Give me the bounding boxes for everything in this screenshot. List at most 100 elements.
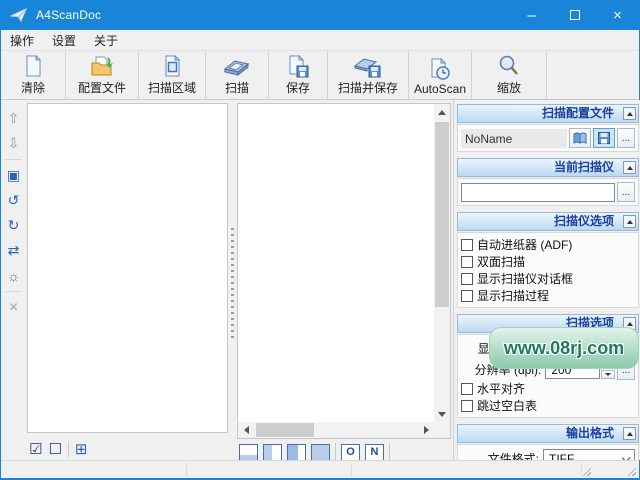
select-none-icon[interactable]: ☐: [48, 440, 61, 458]
statusbar-separator: [351, 463, 352, 477]
app-window: A4ScanDoc – × 操作 设置 关于 清除 配置文件 扫描区域 扫描 保…: [0, 0, 640, 480]
canvas-toolbar: ☑ ☐ ⊞: [29, 439, 87, 459]
maximize-button[interactable]: [553, 0, 596, 30]
profile-label: 配置文件: [77, 81, 126, 95]
delete-page-icon[interactable]: ×: [1, 295, 26, 320]
menu-about[interactable]: 关于: [85, 30, 127, 51]
vertical-scroll-thumb[interactable]: [435, 122, 449, 307]
scan-button[interactable]: 扫描: [206, 51, 268, 99]
watermark: www.08rj.com: [489, 327, 639, 369]
splitter-grip-dots: [231, 228, 234, 340]
profile-button[interactable]: 配置文件: [66, 51, 138, 99]
show-progress-checkbox[interactable]: [461, 289, 473, 302]
collapse-arrow-icon: [626, 111, 633, 116]
scroll-right-button[interactable]: [418, 422, 434, 438]
blank-page-icon: [22, 54, 44, 78]
close-button[interactable]: ×: [596, 0, 639, 30]
autoscan-button[interactable]: AutoScan: [409, 51, 471, 99]
rotate-left-icon[interactable]: ↺: [1, 188, 26, 213]
skip-blank-checkbox[interactable]: [461, 399, 473, 412]
save-button[interactable]: 保存: [269, 51, 327, 99]
select-scanner-button[interactable]: ...: [617, 182, 635, 202]
scan-area-icon: [161, 54, 183, 78]
show-dialog-checkbox[interactable]: [461, 272, 473, 285]
autoscan-icon: [428, 55, 452, 81]
clear-button[interactable]: 清除: [1, 51, 65, 99]
panel-resize-grip[interactable]: [581, 466, 591, 476]
scroll-up-button[interactable]: [434, 104, 450, 120]
move-up-icon[interactable]: ⇧: [1, 106, 26, 131]
adf-checkbox[interactable]: [461, 238, 473, 251]
move-down-icon[interactable]: ⇩: [1, 131, 26, 156]
rotate-right-icon[interactable]: ↻: [1, 213, 26, 238]
profile-name-field[interactable]: NoName: [461, 128, 567, 148]
menu-settings[interactable]: 设置: [43, 30, 85, 51]
preview-toolbar-separator: [389, 443, 390, 461]
fit-bottom-icon[interactable]: [239, 443, 258, 461]
zoom-button[interactable]: 缩放: [472, 51, 546, 99]
align-label: 水平对齐: [477, 382, 526, 396]
scan-canvas[interactable]: [27, 103, 228, 433]
side-separator: [5, 159, 22, 160]
load-profile-button[interactable]: [569, 128, 591, 148]
scrollbar-corner: [434, 422, 450, 438]
side-toolbar: ⇧ ⇩ ▣ ↺ ↻ ⇄ ☼ ×: [1, 100, 26, 460]
save-icon: [286, 54, 310, 78]
settings-panel: 扫描配置文件 NoName ... 当前扫描仪 ... 扫描仪选项 自动进纸器 …: [453, 100, 640, 460]
scanner-options-section: 扫描仪选项 自动进纸器 (ADF) 双面扫描 显示扫描仪对话框 显示扫描过程: [457, 212, 639, 308]
app-icon: [10, 6, 28, 24]
window-resize-grip[interactable]: [626, 466, 636, 476]
brightness-icon[interactable]: ☼: [1, 263, 26, 288]
file-format-label: 文件格式:: [487, 452, 539, 460]
scanner-name-input[interactable]: [461, 182, 615, 202]
profile-folder-icon: [89, 54, 115, 78]
fit-height-icon[interactable]: [287, 443, 306, 461]
collapse-button[interactable]: [623, 161, 636, 174]
output-format-header: 输出格式: [457, 424, 639, 443]
down-arrow-icon: [605, 373, 612, 376]
up-arrow-icon: [438, 109, 446, 115]
collapse-button[interactable]: [623, 107, 636, 120]
scanner-options-body: 自动进纸器 (ADF) 双面扫描 显示扫描仪对话框 显示扫描过程: [457, 232, 639, 308]
scroll-down-button[interactable]: [434, 406, 450, 422]
file-format-select[interactable]: TIFF: [543, 449, 635, 460]
show-dialog-label: 显示扫描仪对话框: [477, 272, 574, 286]
actual-size-icon[interactable]: O: [341, 443, 360, 461]
select-all-icon[interactable]: ☑: [29, 440, 42, 458]
vertical-scrollbar[interactable]: [434, 104, 450, 422]
scan-area-button[interactable]: 扫描区域: [139, 51, 205, 99]
adf-label: 自动进纸器 (ADF): [477, 238, 573, 252]
horizontal-scroll-thumb[interactable]: [256, 423, 314, 437]
scroll-left-button[interactable]: [238, 422, 254, 438]
scan-and-save-button[interactable]: 扫描并保存: [328, 51, 408, 99]
duplex-label: 双面扫描: [477, 255, 526, 269]
preview-pane[interactable]: [237, 103, 451, 439]
collapse-button[interactable]: [623, 215, 636, 228]
duplex-checkbox[interactable]: [461, 255, 473, 268]
clear-label: 清除: [20, 81, 45, 95]
collapse-button[interactable]: [623, 427, 636, 440]
profile-section-title: 扫描配置文件: [541, 106, 614, 120]
minimize-button[interactable]: –: [510, 0, 553, 30]
profile-section-body: NoName ...: [457, 124, 639, 152]
dpi-down-button[interactable]: [601, 370, 616, 379]
fit-width-icon[interactable]: [263, 443, 282, 461]
side-separator: [5, 291, 22, 292]
show-progress-label: 显示扫描过程: [477, 289, 550, 303]
collapse-arrow-icon: [626, 321, 633, 326]
fit-page-icon[interactable]: [311, 443, 330, 461]
profile-more-button[interactable]: ...: [617, 128, 635, 148]
align-checkbox[interactable]: [461, 382, 473, 395]
horizontal-scrollbar[interactable]: [238, 422, 434, 438]
file-format-value: TIFF: [549, 452, 575, 460]
save-profile-button[interactable]: [593, 128, 615, 148]
fit-normal-icon[interactable]: N: [365, 443, 384, 461]
deskew-icon[interactable]: ▣: [1, 163, 26, 188]
flip-icon[interactable]: ⇄: [1, 238, 26, 263]
thumbnail-view-icon[interactable]: ⊞: [75, 440, 88, 458]
scanner-section-title: 当前扫描仪: [553, 160, 614, 174]
pane-splitter[interactable]: [229, 103, 236, 433]
scanner-section-header: 当前扫描仪: [457, 158, 639, 177]
scanner-icon: [223, 54, 251, 78]
menu-operation[interactable]: 操作: [1, 30, 43, 51]
